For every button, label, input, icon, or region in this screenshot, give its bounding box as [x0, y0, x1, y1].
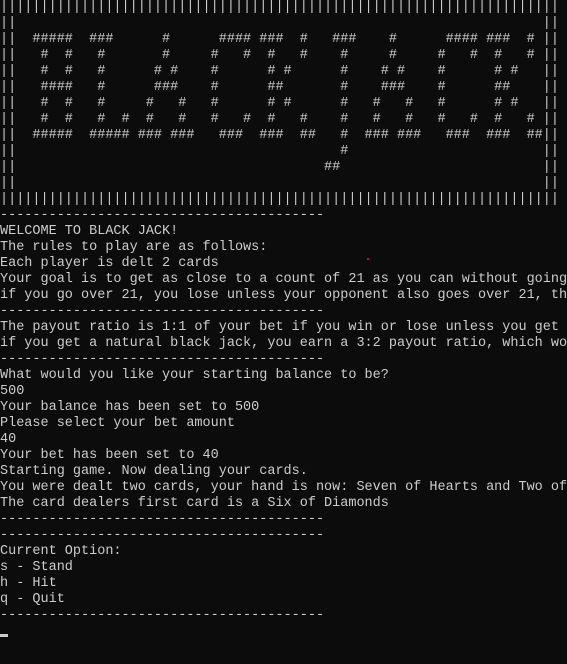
- console-line: Please select your bet amount: [0, 416, 235, 431]
- console-line: Your balance has been set to 500: [0, 400, 260, 415]
- red-dot-artifact: [367, 258, 369, 260]
- console-line: Starting game. Now dealing your cards.: [0, 464, 308, 479]
- banner-line: || # # # # # # # # # # # # # # ||: [0, 48, 559, 63]
- console-line: 40: [0, 432, 17, 447]
- banner-line: || ##### ### # #### ### # ### # #### ###…: [0, 32, 559, 47]
- text-cursor[interactable]: [0, 634, 8, 637]
- banner-line: || # # # # # # # # # # # # # # ||: [0, 64, 559, 79]
- banner-line: || #### # ### # ## # ### # ## ||: [0, 80, 559, 95]
- console-line: s - Stand: [0, 560, 73, 575]
- console-line: if you get a natural black jack, you ear…: [0, 336, 567, 351]
- banner-line: || ##### ##### ### ### ### ### ## # ### …: [0, 128, 559, 143]
- banner-line: || ## ||: [0, 160, 559, 175]
- console-line: ----------------------------------------: [0, 352, 325, 367]
- banner-line: ||||||||||||||||||||||||||||||||||||||||…: [0, 192, 559, 207]
- console-line: WELCOME TO BLACK JACK!: [0, 224, 179, 239]
- console-line: You were dealt two cards, your hand is n…: [0, 480, 567, 495]
- console-line: ----------------------------------------: [0, 528, 325, 543]
- console-line: Your bet has been set to 40: [0, 448, 219, 463]
- console-line: ----------------------------------------: [0, 608, 325, 623]
- console-line: ----------------------------------------: [0, 512, 325, 527]
- console-output: ----------------------------------------…: [0, 208, 567, 624]
- console-line: 500: [0, 384, 25, 399]
- banner-line: || # # # # # # # # # # # # # # # # # ||: [0, 112, 559, 127]
- console-line: q - Quit: [0, 592, 65, 607]
- banner-line: ||||||||||||||||||||||||||||||||||||||||…: [0, 0, 559, 15]
- console-line: h - Hit: [0, 576, 57, 591]
- console-line: Current Option:: [0, 544, 122, 559]
- console-line: What would you like your starting balanc…: [0, 368, 389, 383]
- banner-line: || # # # # # # # # # # # # # # ||: [0, 96, 559, 111]
- console-line: The card dealers first card is a Six of …: [0, 496, 389, 511]
- console-line: The payout ratio is 1:1 of your bet if y…: [0, 320, 567, 335]
- black-jack-ascii-banner: ||||||||||||||||||||||||||||||||||||||||…: [0, 0, 567, 208]
- banner-line: || ||: [0, 16, 559, 31]
- console-line: Your goal is to get as close to a count …: [0, 272, 567, 287]
- banner-line: || ||: [0, 176, 559, 191]
- console-line: ----------------------------------------: [0, 208, 325, 223]
- console-line: ----------------------------------------: [0, 304, 325, 319]
- console-line: if you go over 21, you lose unless your …: [0, 288, 567, 303]
- banner-line: || # ||: [0, 144, 559, 159]
- console-line: The rules to play are as follows:: [0, 240, 268, 255]
- console-line: Each player is delt 2 cards: [0, 256, 219, 271]
- terminal-window[interactable]: ||||||||||||||||||||||||||||||||||||||||…: [0, 0, 567, 664]
